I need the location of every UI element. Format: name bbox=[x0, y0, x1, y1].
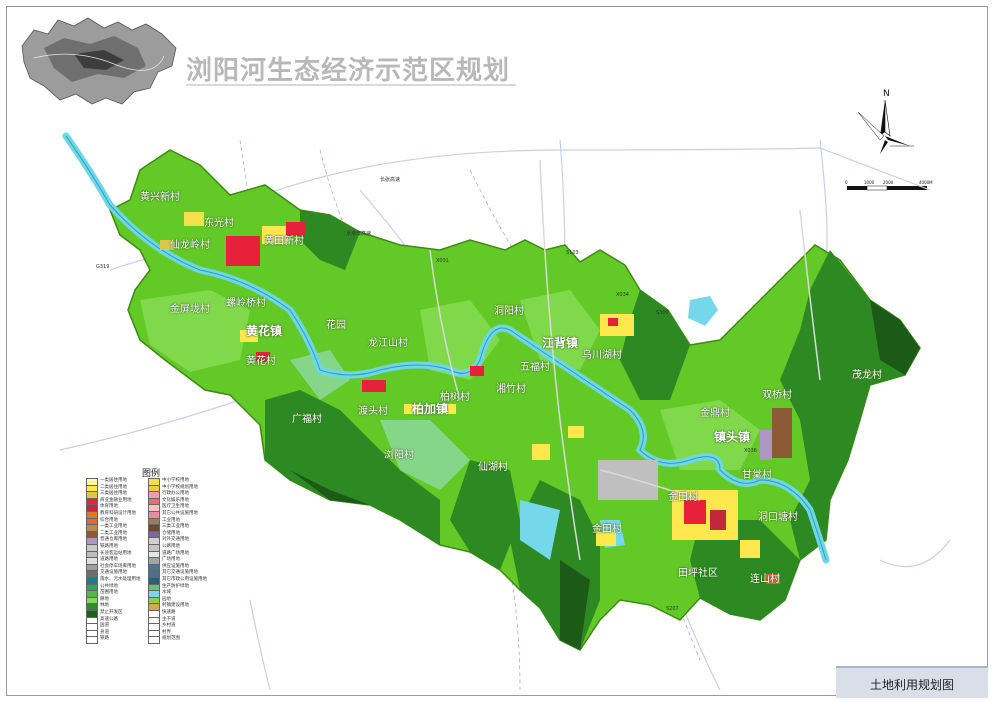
road-label: X034 bbox=[616, 292, 629, 298]
legend-label: 广场用地 bbox=[162, 557, 180, 563]
road-label: S207 bbox=[666, 606, 679, 612]
legend-label: 快速路 bbox=[162, 610, 176, 615]
legend-label: 二类居住用地 bbox=[100, 484, 127, 490]
road-label: X031 bbox=[436, 258, 449, 264]
legend-label: 苗圃用地 bbox=[100, 590, 118, 596]
place-label: 浏阳村 bbox=[384, 450, 414, 461]
place-label: 仙龙岭村 bbox=[170, 240, 210, 251]
legend-label: 中小学校用地 bbox=[162, 478, 189, 483]
place-label: 金鼎村 bbox=[700, 408, 730, 419]
place-label: 甘棠村 bbox=[742, 470, 772, 481]
legend-swatch bbox=[86, 636, 98, 645]
place-label: 仙湖村 bbox=[478, 462, 508, 473]
legend-label: 雨水、污水处理用地 bbox=[100, 577, 141, 582]
legend-label: 水域 bbox=[162, 590, 171, 596]
legend-label: 乡村道 bbox=[162, 623, 176, 629]
legend-label: 仓储用地 bbox=[162, 530, 180, 536]
legend-label: 道路用地 bbox=[100, 557, 118, 563]
legend-label: 中小学校规划用地 bbox=[162, 484, 198, 490]
map-name: 土地利用规划图 bbox=[869, 678, 954, 692]
legend-label: 主干道 bbox=[162, 616, 176, 622]
legend-label: 商业金融业用地 bbox=[100, 497, 132, 503]
legend-label: 长途客运站用地 bbox=[100, 550, 132, 556]
legend-label: 县道 bbox=[100, 629, 109, 635]
legend-label: 禁止开发区 bbox=[100, 610, 123, 615]
road-label: G319 bbox=[96, 264, 110, 270]
legend-label: 铁路 bbox=[100, 636, 109, 642]
legend-label: 二类工业用地 bbox=[100, 530, 127, 536]
place-label: 田坪社区 bbox=[678, 568, 718, 579]
town-label: 黄花镇 bbox=[246, 324, 283, 338]
road-label: S309 bbox=[656, 310, 669, 316]
legend-label: 交通设施用地 bbox=[100, 570, 127, 576]
legend-label: 生产防护绿地 bbox=[162, 583, 189, 589]
legend-label: 文化娱乐用地 bbox=[162, 497, 189, 503]
place-label: 金田村 bbox=[592, 524, 622, 535]
legend-label: 一类工业用地 bbox=[100, 524, 127, 530]
legend-label: 园地 bbox=[162, 596, 171, 602]
road-label: X036 bbox=[744, 448, 757, 454]
legend-label: 普通仓库用地 bbox=[100, 537, 127, 543]
legend-label: 道路广场用地 bbox=[162, 550, 189, 556]
place-label: 黄兴新村 bbox=[140, 192, 180, 203]
place-label: 乌川湖村 bbox=[582, 350, 622, 361]
legend-label: 社会停车场库用地 bbox=[100, 563, 136, 569]
legend-label: 对外交通用地 bbox=[162, 537, 189, 543]
road-label: S103 bbox=[566, 250, 579, 256]
legend-label: 三类居住用地 bbox=[100, 491, 127, 497]
place-label: 广福村 bbox=[292, 414, 322, 425]
place-label: 龙江山村 bbox=[368, 338, 408, 349]
road-label: 京港澳高速 bbox=[346, 231, 372, 237]
legend-label: 公路用地 bbox=[162, 544, 180, 549]
place-label: 五福村 bbox=[520, 362, 550, 373]
legend-swatch bbox=[148, 636, 160, 645]
legend-label: 教育科研设计用地 bbox=[100, 511, 136, 516]
place-label: 双桥村 bbox=[762, 390, 792, 401]
legend-label: 耕地 bbox=[100, 596, 109, 602]
legend-label: 一类居住用地 bbox=[100, 478, 127, 483]
place-label: 连山村 bbox=[750, 574, 780, 585]
legend-label: 三类工业用地 bbox=[162, 524, 189, 530]
legend-label: 其它交通设施用地 bbox=[162, 570, 198, 576]
place-label: 渡头村 bbox=[358, 406, 388, 417]
place-label: 洞阳村 bbox=[494, 306, 524, 317]
place-label: 黄花村 bbox=[246, 356, 276, 367]
place-label: 东光村 bbox=[204, 218, 234, 229]
place-label: 湘竹村 bbox=[496, 384, 526, 395]
place-label: 螺岭桥村 bbox=[226, 298, 266, 309]
place-label: 金田村 bbox=[668, 492, 698, 503]
road-label: 长张高速 bbox=[380, 177, 401, 183]
legend-label: 综合用地 bbox=[100, 517, 118, 523]
place-label: 金屏垅村 bbox=[170, 304, 210, 315]
legend-label: 高速公路 bbox=[100, 616, 118, 622]
legend-label: 其它市政公用设施用地 bbox=[162, 577, 207, 582]
legend-label: 供应设施用地 bbox=[162, 563, 189, 569]
legend-label: 医疗卫生用地 bbox=[162, 504, 189, 510]
legend-label: 公共绿地 bbox=[100, 583, 118, 589]
town-label: 镇头镇 bbox=[714, 430, 751, 444]
place-label: 茂龙村 bbox=[852, 370, 882, 381]
legend-label: 行政办公用地 bbox=[162, 491, 189, 497]
legend-label: 铁路用地 bbox=[100, 544, 118, 549]
place-label: 洞口塘村 bbox=[758, 512, 798, 523]
town-label: 江背镇 bbox=[542, 336, 579, 350]
map-name-box: 土地利用规划图 bbox=[836, 666, 988, 698]
town-label: 柏加镇 bbox=[412, 402, 449, 416]
legend-label: 国道 bbox=[100, 623, 109, 629]
legend-label: 规划范围 bbox=[162, 636, 180, 642]
legend-label: 村界 bbox=[162, 629, 171, 635]
legend-label: 体育用地 bbox=[100, 504, 118, 510]
legend-label: 工业用地 bbox=[162, 517, 180, 523]
legend-label: 村镇建设用地 bbox=[162, 603, 189, 609]
legend-label: 林地 bbox=[100, 603, 109, 609]
place-label: 黄田新村 bbox=[264, 236, 304, 247]
place-label: 花园 bbox=[326, 320, 346, 331]
legend-label: 其它公共设施用地 bbox=[162, 511, 198, 516]
